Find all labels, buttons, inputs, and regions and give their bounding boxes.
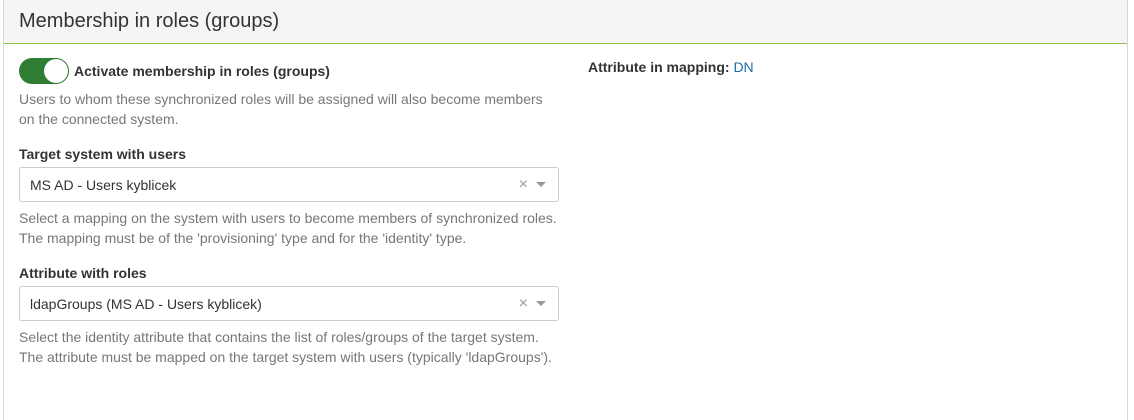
toggle-knob bbox=[44, 59, 68, 83]
mapping-attribute-line: Attribute in mapping: DN bbox=[588, 58, 1108, 76]
panel-title: Membership in roles (groups) bbox=[19, 10, 280, 32]
target-system-select[interactable]: MS AD - Users kyblicek × bbox=[19, 167, 559, 202]
attribute-roles-clear-icon[interactable]: × bbox=[519, 295, 528, 312]
left-column: Activate membership in roles (groups) Us… bbox=[19, 58, 559, 367]
panel-heading: Membership in roles (groups) bbox=[4, 0, 1127, 44]
attribute-roles-value: ldapGroups (MS AD - Users kyblicek) bbox=[30, 295, 262, 312]
membership-panel: Membership in roles (groups) Activate me… bbox=[3, 0, 1128, 420]
attribute-roles-label: Attribute with roles bbox=[19, 265, 147, 281]
mapping-attribute-link[interactable]: DN bbox=[733, 59, 753, 75]
membership-toggle-label[interactable]: Activate membership in roles (groups) bbox=[74, 63, 330, 79]
membership-toggle-row: Activate membership in roles (groups) bbox=[19, 58, 559, 84]
membership-toggle-switch[interactable] bbox=[19, 58, 69, 84]
chevron-down-icon[interactable] bbox=[536, 301, 546, 306]
target-system-clear-icon[interactable]: × bbox=[519, 176, 528, 193]
attribute-roles-help-text: Select the identity attribute that conta… bbox=[19, 329, 552, 365]
right-column: Attribute in mapping: DN bbox=[588, 58, 1108, 76]
mapping-attribute-label: Attribute in mapping: bbox=[588, 59, 730, 75]
chevron-down-icon[interactable] bbox=[536, 182, 546, 187]
target-system-label: Target system with users bbox=[19, 146, 187, 162]
attribute-roles-select[interactable]: ldapGroups (MS AD - Users kyblicek) × bbox=[19, 286, 559, 321]
target-system-help-text: Select a mapping on the system with user… bbox=[19, 210, 557, 246]
membership-help-text: Users to whom these synchronized roles w… bbox=[19, 91, 543, 127]
target-system-value: MS AD - Users kyblicek bbox=[30, 176, 177, 193]
